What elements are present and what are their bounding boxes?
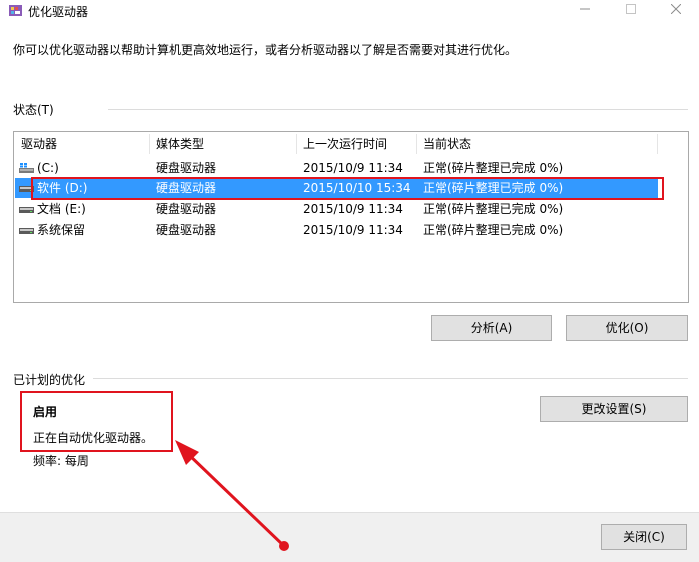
annotation-arrow xyxy=(175,440,289,551)
